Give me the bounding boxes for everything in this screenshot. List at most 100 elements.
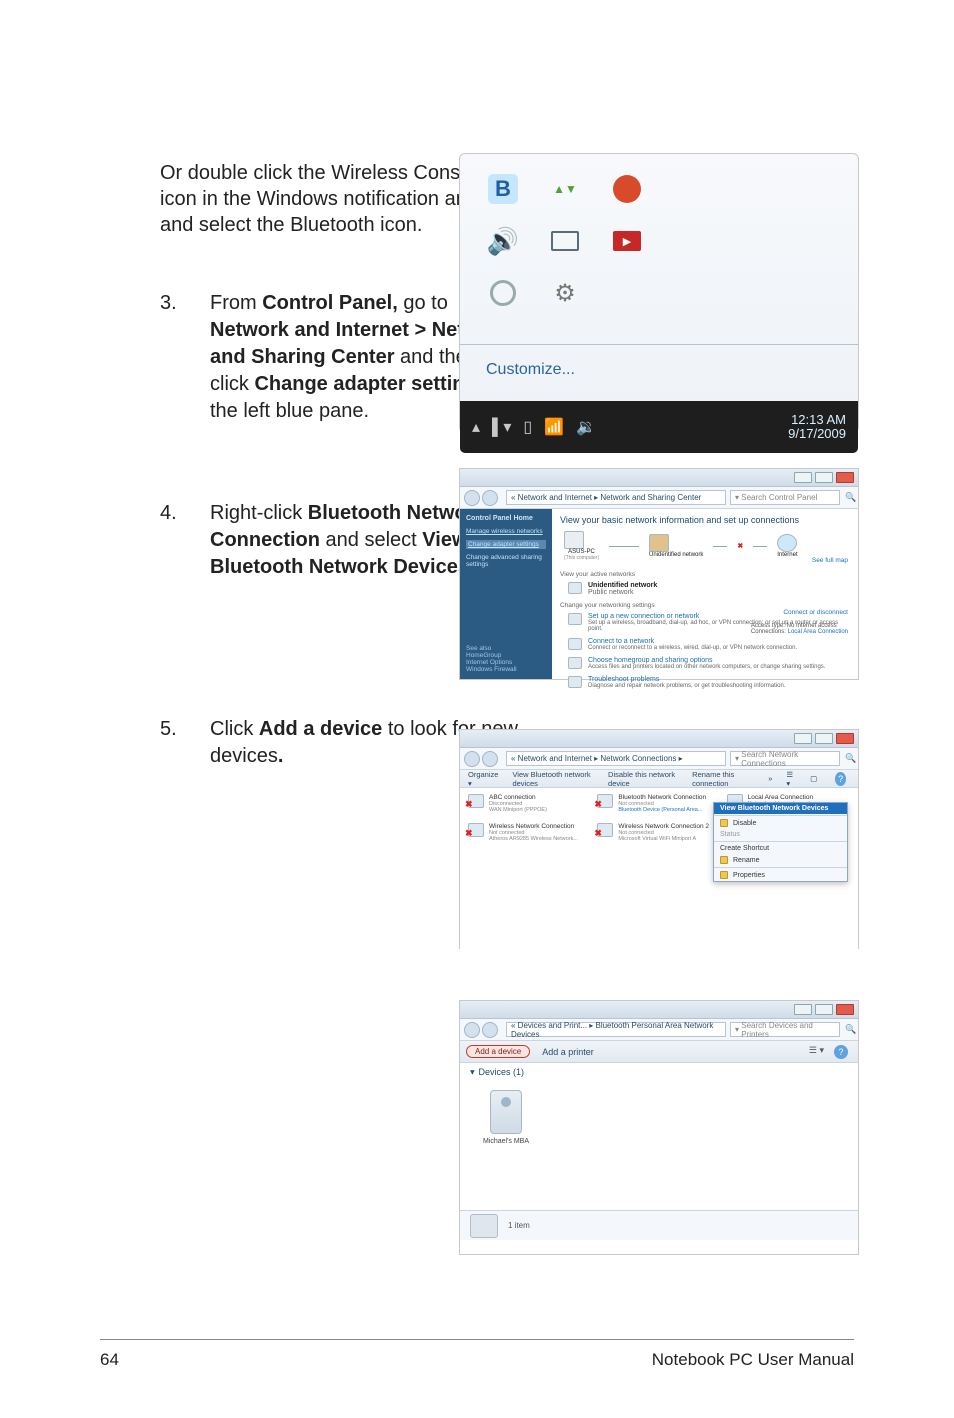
bluetooth-icon[interactable]: B	[486, 172, 520, 206]
sidebar-link-homegroup[interactable]: HomeGroup	[466, 652, 517, 659]
network-tray-icon[interactable]: 📶	[544, 417, 564, 437]
troubleshoot-link[interactable]: Troubleshoot problems	[588, 676, 785, 683]
close-button[interactable]	[836, 472, 854, 483]
step-3-number: 3.	[160, 290, 210, 315]
sidebar-link-internet-options[interactable]: Internet Options	[466, 659, 517, 666]
power-icon[interactable]: ▯	[523, 417, 532, 437]
homegroup-icon	[568, 657, 582, 669]
device-label: Michael's MBA	[476, 1138, 536, 1145]
address-bar[interactable]: « Network and Internet ▸ Network and Sha…	[506, 490, 726, 505]
view-mode-icon[interactable]: ☰ ▾	[809, 1045, 824, 1059]
taskbar: ▴ ▌▾ ▯ 📶 🔉 12:13 AM 9/17/2009	[460, 401, 858, 453]
maximize-button[interactable]	[815, 733, 833, 744]
search-icon[interactable]: 🔍	[844, 753, 858, 764]
connection-item[interactable]: ✖ Wireless Network ConnectionNot connect…	[468, 823, 591, 842]
network-benchmark-icon	[568, 582, 582, 594]
device-item[interactable]: Michael's MBA	[476, 1090, 536, 1145]
address-bar[interactable]: « Network and Internet ▸ Network Connect…	[506, 751, 726, 766]
active-networks-label: View your active networks	[560, 571, 850, 578]
minimize-button[interactable]	[794, 472, 812, 483]
step-4-number: 4.	[160, 500, 210, 525]
customize-link[interactable]: Customize...	[460, 355, 858, 401]
homegroup-link[interactable]: Choose homegroup and sharing options	[588, 657, 825, 664]
connection-item[interactable]: ✖ Bluetooth Network ConnectionNot connec…	[597, 794, 720, 813]
local-area-connection-link[interactable]: Local Area Connection	[788, 629, 848, 635]
minimize-button[interactable]	[794, 733, 812, 744]
computer-icon	[564, 531, 584, 549]
menu-disable[interactable]: Disable	[714, 817, 847, 829]
sidebar-link-firewall[interactable]: Windows Firewall	[466, 666, 517, 673]
minimize-button[interactable]	[794, 1004, 812, 1015]
footer-rule	[100, 1339, 854, 1340]
connect-disconnect-link[interactable]: Connect or disconnect	[783, 609, 848, 616]
connect-icon	[568, 638, 582, 650]
connection-item[interactable]: ✖ ABC connectionDisconnectedWAN Miniport…	[468, 794, 591, 813]
wireless-console-icon[interactable]: ▲▼	[548, 172, 582, 206]
menu-rename[interactable]: Rename	[714, 854, 847, 866]
search-icon[interactable]: 🔍	[844, 492, 858, 503]
menu-properties[interactable]: Properties	[714, 869, 847, 881]
menu-create-shortcut[interactable]: Create Shortcut	[714, 843, 847, 854]
monitor-icon[interactable]	[548, 224, 582, 258]
status-bar-text: 1 item	[508, 1221, 530, 1230]
main-content: View your basic network information and …	[552, 509, 858, 679]
search-input[interactable]: ▾ Search Devices and Printers	[730, 1022, 840, 1037]
disc-icon[interactable]	[486, 276, 520, 310]
close-button[interactable]	[836, 733, 854, 744]
figure-bluetooth-devices: « Devices and Print... ▸ Bluetooth Perso…	[459, 1000, 859, 1255]
forward-button[interactable]	[482, 751, 498, 767]
globe-icon	[777, 534, 797, 552]
show-hidden-icon[interactable]: ▴	[472, 417, 480, 437]
forward-button[interactable]	[482, 1022, 498, 1038]
help-icon[interactable]: ?	[835, 772, 846, 786]
sidebar-link-wireless[interactable]: Manage wireless networks	[466, 528, 546, 535]
flag-icon[interactable]: ▌▾	[492, 417, 511, 437]
volume-icon[interactable]: 🔊	[486, 224, 520, 258]
maximize-button[interactable]	[815, 1004, 833, 1015]
sidebar-link-adapter[interactable]: Change adapter settings	[466, 540, 546, 549]
toolbar-disable[interactable]: Disable this network device	[608, 770, 678, 788]
add-printer-button[interactable]: Add a printer	[542, 1047, 594, 1057]
view-mode-icon[interactable]: ☰ ▾	[786, 770, 796, 788]
back-button[interactable]	[464, 1022, 480, 1038]
forward-button[interactable]	[482, 490, 498, 506]
search-input[interactable]: ▾ Search Network Connections	[730, 751, 840, 766]
preview-pane-icon[interactable]: ▢	[810, 774, 817, 783]
maximize-button[interactable]	[815, 472, 833, 483]
menu-status[interactable]: Status	[714, 829, 847, 840]
device-icon	[490, 1090, 522, 1134]
menu-view-bt-devices[interactable]: View Bluetooth Network Devices	[714, 803, 847, 814]
network-icon	[649, 534, 669, 552]
page-number: 64	[100, 1350, 119, 1370]
setup-icon	[568, 613, 582, 625]
gear-icon[interactable]: ⚙	[548, 276, 582, 310]
connect-network-link[interactable]: Connect to a network	[588, 638, 797, 645]
figure-notification-tray: B ▲▼ 🔊 ▶ ⚙ Customize... ▴ ▌▾ ▯ 📶 🔉	[459, 153, 859, 433]
troubleshoot-icon	[568, 676, 582, 688]
devices-section-header[interactable]: ▸Devices (1)	[460, 1063, 858, 1080]
organize-menu[interactable]: Organize ▾	[468, 770, 498, 788]
close-button[interactable]	[836, 1004, 854, 1015]
back-button[interactable]	[464, 490, 480, 506]
help-icon[interactable]: ?	[834, 1045, 848, 1059]
step-5-number: 5.	[160, 716, 210, 741]
app-icon[interactable]	[610, 172, 644, 206]
back-button[interactable]	[464, 751, 480, 767]
toolbar-rename[interactable]: Rename this connection	[692, 770, 754, 788]
figure-network-connections: « Network and Internet ▸ Network Connect…	[459, 729, 859, 949]
connection-item[interactable]: ✖ Wireless Network Connection 2Not conne…	[597, 823, 720, 842]
clock[interactable]: 12:13 AM 9/17/2009	[788, 413, 846, 442]
toolbar-more[interactable]: »	[768, 774, 772, 783]
search-input[interactable]: ▾ Search Control Panel	[730, 490, 840, 505]
add-device-button[interactable]: Add a device	[466, 1045, 530, 1058]
section-heading: View your basic network information and …	[560, 515, 850, 525]
status-bar-icon	[470, 1214, 498, 1238]
address-bar[interactable]: « Devices and Print... ▸ Bluetooth Perso…	[506, 1022, 726, 1037]
speaker-tray-icon[interactable]: 🔉	[576, 417, 596, 437]
media-icon[interactable]: ▶	[610, 224, 644, 258]
toolbar-view-bt-devices[interactable]: View Bluetooth network devices	[512, 770, 594, 788]
sidebar-link-sharing[interactable]: Change advanced sharing settings	[466, 554, 546, 568]
search-icon[interactable]: 🔍	[844, 1024, 858, 1035]
see-full-map-link[interactable]: See full map	[812, 557, 848, 564]
control-panel-sidebar: Control Panel Home Manage wireless netwo…	[460, 509, 552, 679]
